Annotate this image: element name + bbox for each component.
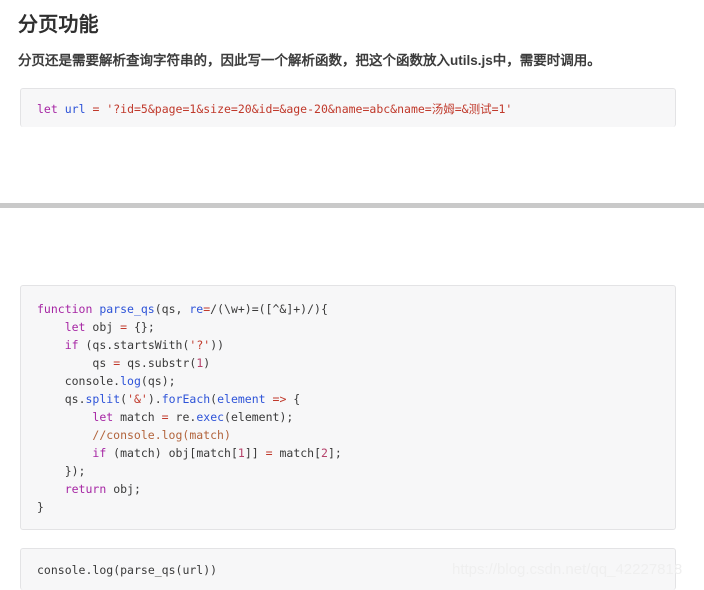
intro-paragraph: 分页还是需要解析查询字符串的，因此写一个解析函数，把这个函数放入utils.js… bbox=[18, 53, 601, 68]
code-content-parse-qs-function: function parse_qs(qs, re=/(\w+)=([^&]+)/… bbox=[37, 302, 342, 514]
article-container: 分页功能 分页还是需要解析查询字符串的，因此写一个解析函数，把这个函数放入uti… bbox=[0, 0, 704, 590]
code-content-url-declaration: let url = '?id=5&page=1&size=20&id=&age-… bbox=[37, 102, 513, 116]
section-divider bbox=[0, 203, 704, 208]
watermark-text: https://blog.csdn.net/qq_42227818 bbox=[452, 561, 683, 578]
code-block-url-declaration[interactable]: let url = '?id=5&page=1&size=20&id=&age-… bbox=[20, 88, 676, 127]
code-block-parse-qs-function[interactable]: function parse_qs(qs, re=/(\w+)=([^&]+)/… bbox=[20, 285, 676, 530]
page-title: 分页功能 bbox=[18, 14, 99, 36]
